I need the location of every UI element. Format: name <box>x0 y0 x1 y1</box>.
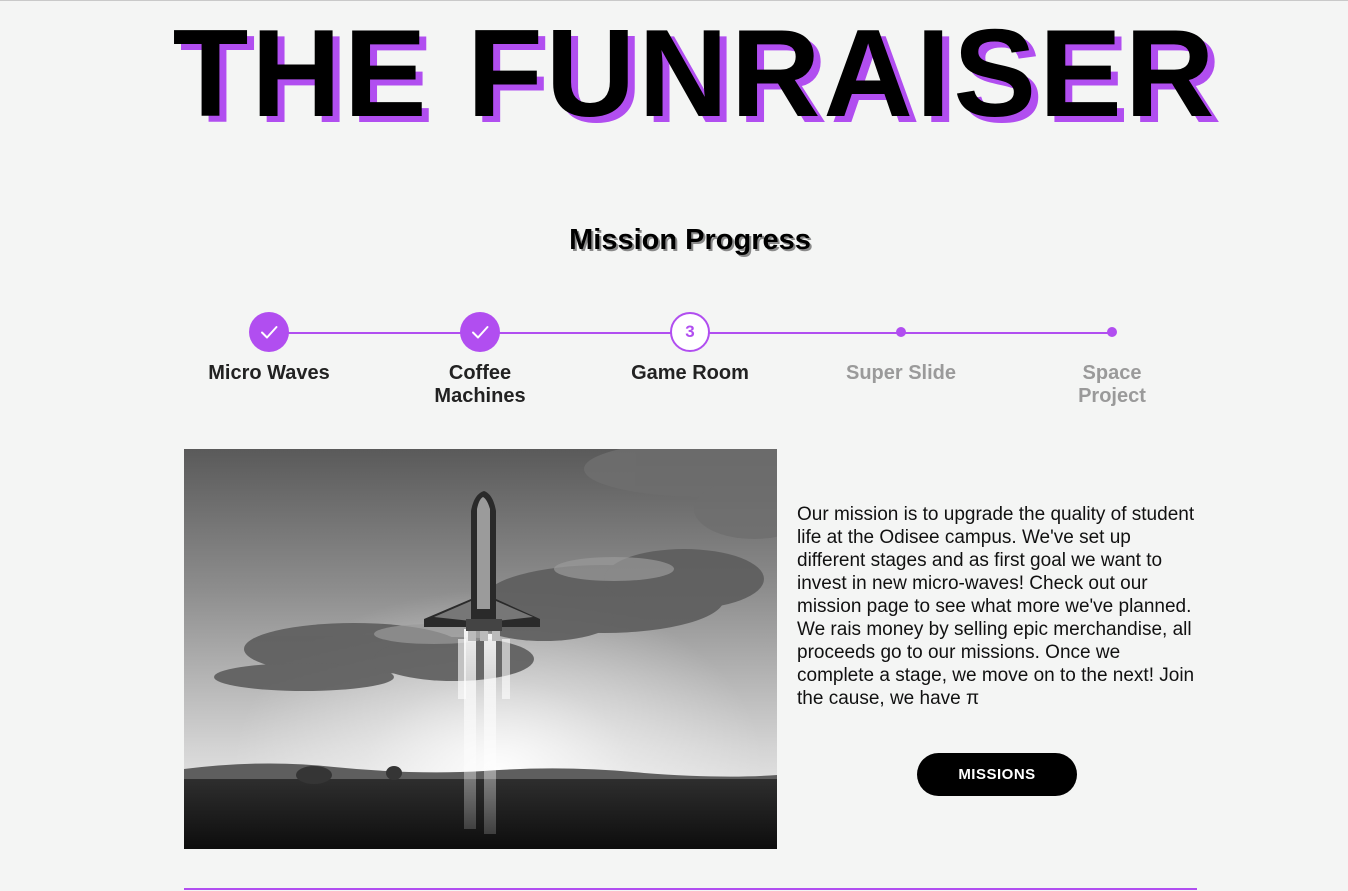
mission-progress-stepper: Micro Waves Coffee Machines 3 Game Room <box>184 312 1196 412</box>
check-icon <box>472 326 489 339</box>
top-divider <box>0 0 1348 1</box>
pending-marker <box>1107 327 1117 337</box>
step-super-slide[interactable]: Super Slide <box>816 312 986 385</box>
site-title: THE FUNRAISER <box>172 5 1218 143</box>
missions-button[interactable]: MISSIONS <box>917 753 1077 796</box>
mission-progress-title: Mission Progress <box>569 224 811 256</box>
step-marker <box>249 312 289 352</box>
rocket-launch-image <box>184 449 777 849</box>
step-marker <box>460 312 500 352</box>
step-label: Space Project <box>1078 362 1146 407</box>
step-label: Micro Waves <box>208 362 330 384</box>
step-game-room[interactable]: 3 Game Room <box>605 312 775 385</box>
step-label: Game Room <box>631 362 749 384</box>
step-label: Super Slide <box>845 362 957 384</box>
check-icon <box>261 326 278 339</box>
mission-description: Our mission is to upgrade the quality of… <box>797 503 1197 710</box>
step-micro-waves[interactable]: Micro Waves <box>184 312 354 385</box>
step-space-project[interactable]: Space Project <box>1027 312 1197 408</box>
step-label: Coffee Machines <box>434 362 526 407</box>
step-marker <box>1092 312 1132 352</box>
completed-marker <box>460 312 500 352</box>
mission-text: Our mission is to upgrade the quality of… <box>797 504 1195 709</box>
rocket-launch-illustration <box>184 449 777 849</box>
step-marker: 3 <box>670 312 710 352</box>
bottom-divider <box>184 888 1197 890</box>
current-step-number: 3 <box>670 312 710 352</box>
completed-marker <box>249 312 289 352</box>
pending-marker <box>896 327 906 337</box>
step-coffee-machines[interactable]: Coffee Machines <box>395 312 565 408</box>
step-marker <box>881 312 921 352</box>
page: THE FUNRAISER Mission Progress Micro Wav… <box>0 0 1348 891</box>
